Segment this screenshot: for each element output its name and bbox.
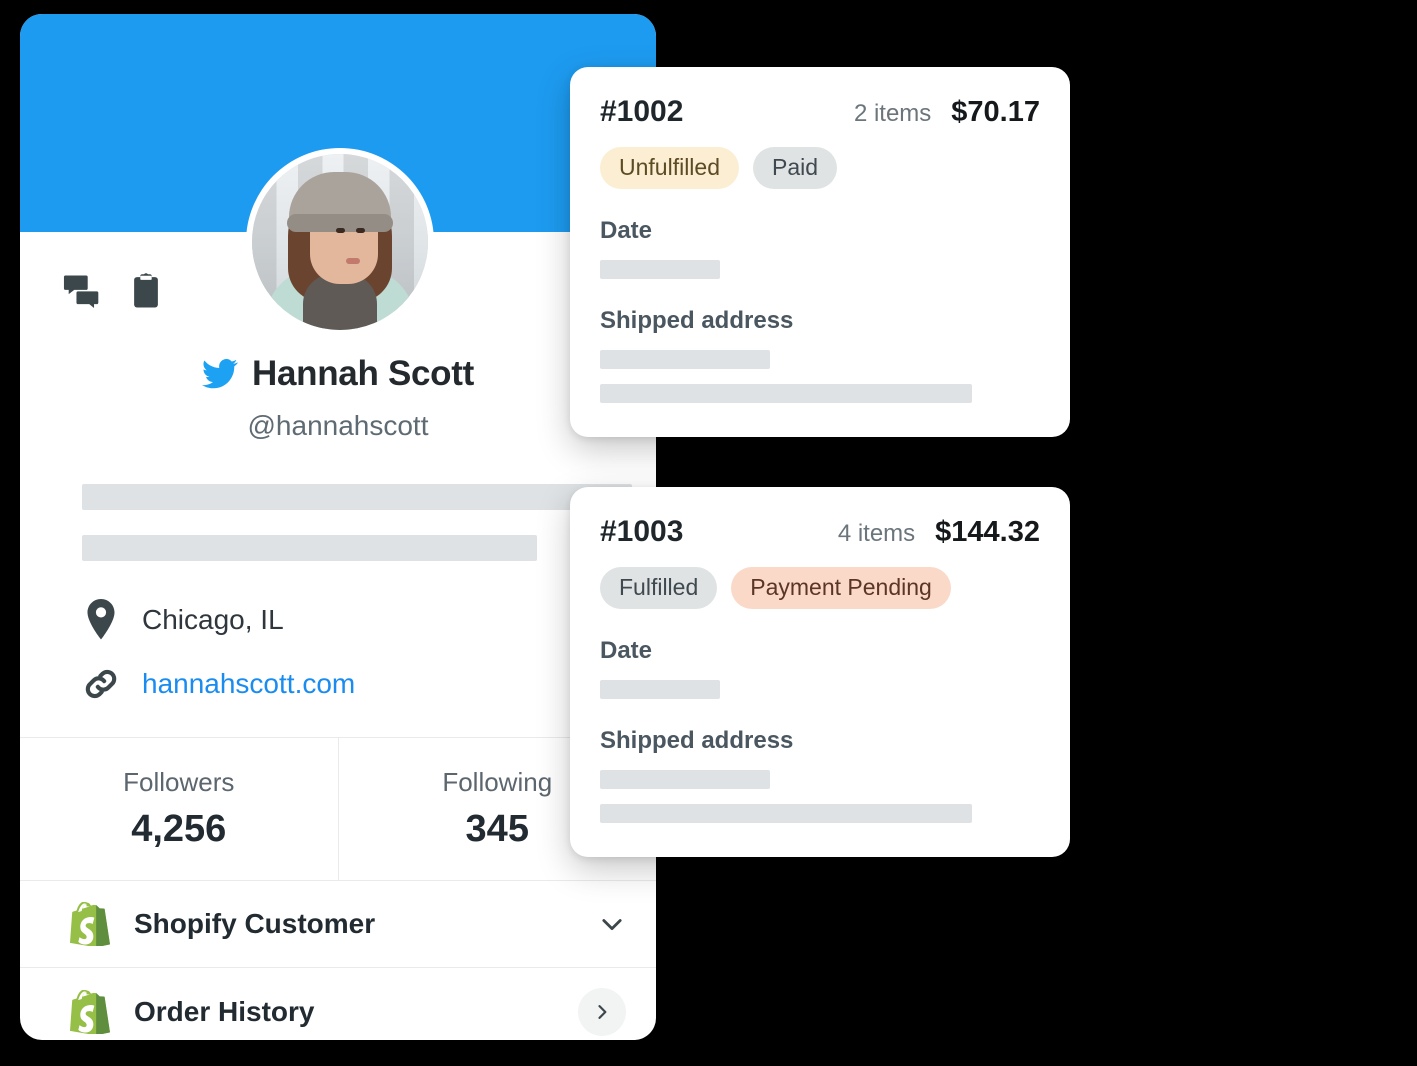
profile-card: Hannah Scott @hannahscott Chicago, IL ha… bbox=[20, 14, 656, 1040]
map-pin-icon bbox=[87, 599, 115, 640]
page-title: Hannah Scott bbox=[252, 354, 474, 393]
chevron-down-icon[interactable] bbox=[598, 910, 626, 938]
order-badges: Fulfilled Payment Pending bbox=[600, 567, 1040, 610]
shopify-bag-icon bbox=[70, 902, 110, 946]
row-order-history[interactable]: Order History bbox=[20, 968, 656, 1040]
screenshot-stage: Hannah Scott @hannahscott Chicago, IL ha… bbox=[0, 0, 1417, 1066]
profile-identity: Hannah Scott @hannahscott bbox=[20, 354, 656, 442]
address-placeholder-line-1 bbox=[600, 770, 770, 790]
profile-stats: Followers 4,256 Following 345 bbox=[20, 737, 656, 881]
profile-actions bbox=[63, 272, 165, 310]
name-row: Hannah Scott bbox=[20, 354, 656, 394]
date-label: Date bbox=[600, 217, 653, 245]
order-id: #1003 bbox=[600, 515, 684, 548]
avatar-eye-right bbox=[356, 228, 365, 233]
avatar-eye-left bbox=[336, 228, 345, 233]
shipped-address-label: Shipped address bbox=[600, 307, 794, 335]
row-label: Shopify Customer bbox=[134, 908, 376, 939]
status-badge: Payment Pending bbox=[731, 567, 951, 610]
link-icon bbox=[85, 669, 117, 699]
order-item-count: 2 items bbox=[853, 100, 932, 127]
avatar-photo bbox=[252, 154, 428, 330]
chat-bubbles-icon[interactable] bbox=[63, 272, 101, 310]
chevron-right-icon bbox=[598, 1004, 607, 1019]
address-placeholder-line-2 bbox=[600, 384, 972, 404]
order-header: #1002 2 items $70.17 bbox=[600, 95, 1040, 129]
order-id: #1002 bbox=[600, 95, 684, 128]
date-label: Date bbox=[600, 637, 653, 665]
bio-placeholder-line-1 bbox=[82, 484, 632, 510]
shopify-bag-icon bbox=[70, 989, 110, 1034]
profile-location: Chicago, IL bbox=[82, 599, 284, 641]
stat-followers[interactable]: Followers 4,256 bbox=[20, 738, 338, 880]
row-shopify-customer[interactable]: Shopify Customer bbox=[20, 881, 656, 968]
row-label: Order History bbox=[134, 995, 315, 1027]
twitter-bird-icon bbox=[202, 359, 238, 389]
stat-label: Followers bbox=[123, 767, 235, 797]
location-text: Chicago, IL bbox=[142, 604, 284, 635]
avatar bbox=[246, 148, 434, 336]
status-badge: Fulfilled bbox=[600, 567, 718, 610]
profile-handle: @hannahscott bbox=[247, 410, 429, 441]
order-item-count: 4 items bbox=[837, 520, 916, 547]
order-badges: Unfulfilled Paid bbox=[600, 147, 1040, 190]
stat-label: Following bbox=[442, 767, 553, 797]
order-history-next-button[interactable] bbox=[578, 987, 626, 1036]
order-card[interactable]: #1003 4 items $144.32 Fulfilled Payment … bbox=[570, 487, 1070, 858]
order-header: #1003 4 items $144.32 bbox=[600, 515, 1040, 549]
clipboard-icon[interactable] bbox=[127, 272, 165, 310]
status-badge: Unfulfilled bbox=[600, 147, 739, 190]
bio-placeholder-line-2 bbox=[82, 535, 537, 561]
date-placeholder bbox=[600, 680, 720, 700]
stat-value: 4,256 bbox=[131, 808, 227, 850]
status-badge: Paid bbox=[753, 147, 838, 190]
profile-website[interactable]: hannahscott.com bbox=[82, 663, 355, 705]
address-placeholder-line-1 bbox=[600, 350, 770, 370]
order-total: $70.17 bbox=[951, 96, 1040, 128]
avatar-lips bbox=[346, 258, 360, 264]
address-placeholder-line-2 bbox=[600, 804, 972, 824]
stat-value: 345 bbox=[465, 808, 529, 850]
order-total: $144.32 bbox=[935, 516, 1040, 548]
order-card[interactable]: #1002 2 items $70.17 Unfulfilled Paid Da… bbox=[570, 67, 1070, 438]
website-link[interactable]: hannahscott.com bbox=[142, 668, 355, 700]
date-placeholder bbox=[600, 260, 720, 280]
shipped-address-label: Shipped address bbox=[600, 727, 794, 755]
